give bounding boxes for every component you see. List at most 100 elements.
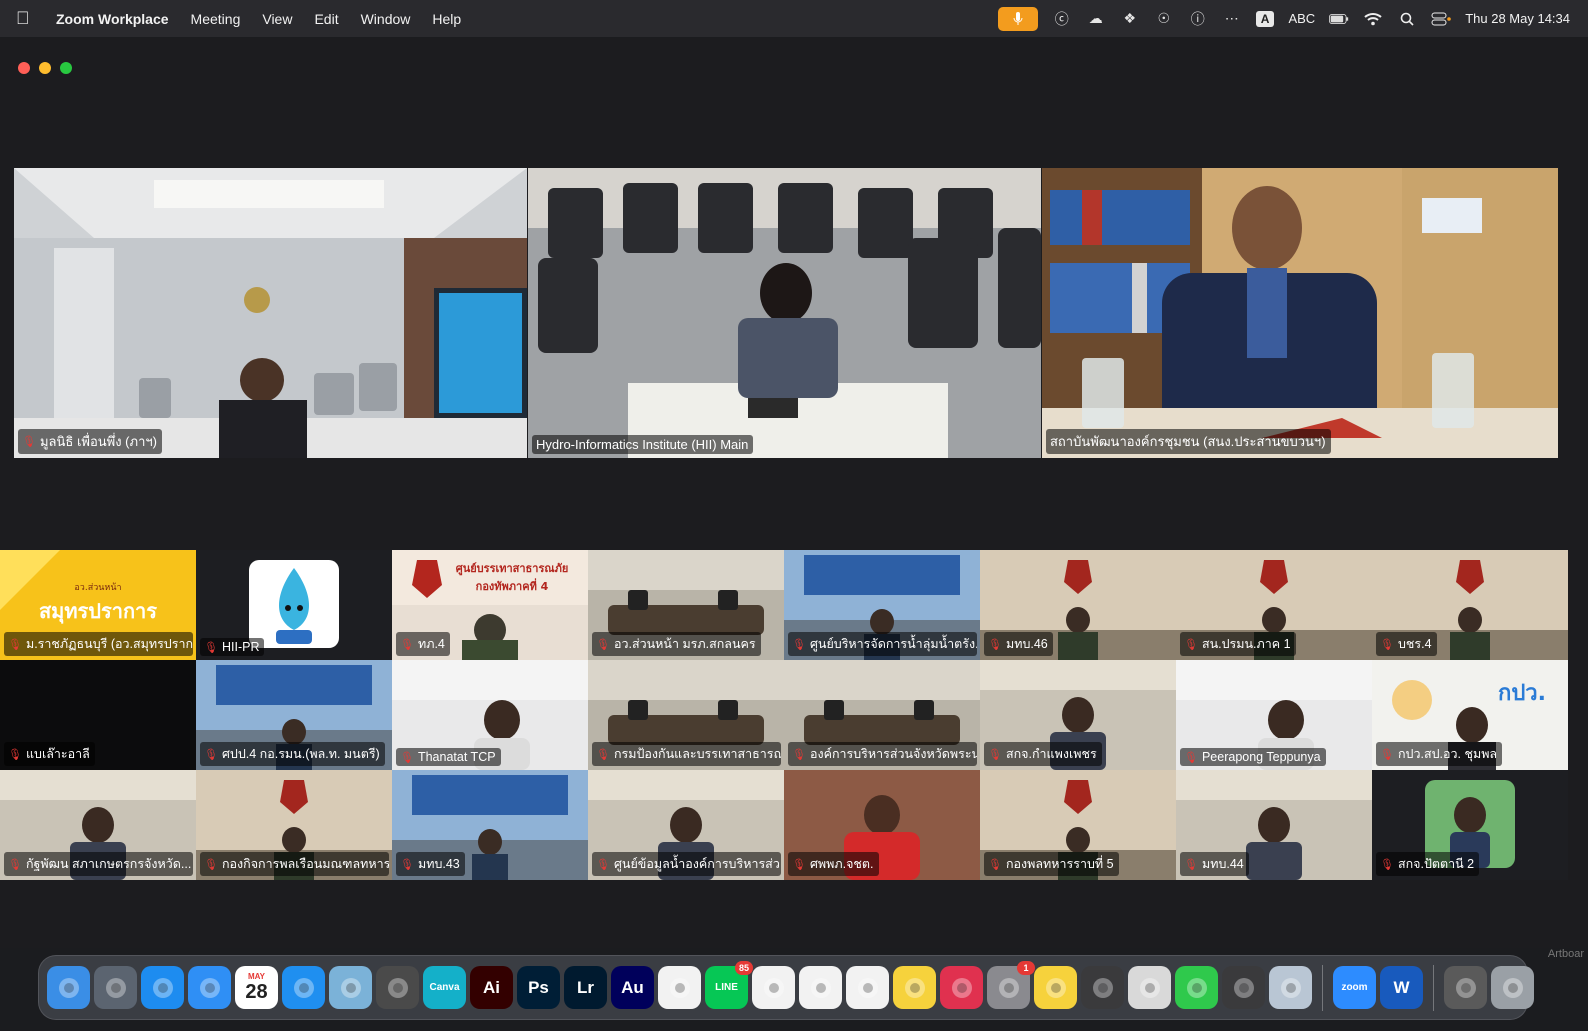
close-window-button[interactable] [18, 62, 30, 74]
settings-icon[interactable]: 1 [987, 961, 1035, 1009]
gallery-participant-tile[interactable]: 🎙︎ องค์การบริหารส่วนจังหวัดพระน... [784, 660, 980, 770]
menu-help[interactable]: Help [432, 11, 461, 27]
gallery-participant-tile[interactable]: 🎙︎ สกจ.กำแพงเพชร [980, 660, 1176, 770]
gallery-participant-tile[interactable]: 🎙︎ ศูนย์ข้อมูลน้ำองค์การบริหารส่ว... [588, 770, 784, 880]
muted-mic-icon: 🎙︎ [988, 638, 1002, 651]
image-capture-icon[interactable] [1269, 966, 1312, 1009]
control-center-icon[interactable] [1431, 9, 1452, 29]
menu-view[interactable]: View [262, 11, 292, 27]
gallery-participant-tile[interactable]: 🎙︎ HII-PR [196, 550, 392, 660]
gallery-participant-tile[interactable]: 🎙︎ มทบ.43 [392, 770, 588, 880]
muted-mic-icon: 🎙︎ [1184, 638, 1198, 651]
line-icon[interactable]: LINE 85 [705, 961, 753, 1009]
participant-name-label: 🎙︎ อว.ส่วนหน้า มรภ.สกลนคร [592, 632, 761, 656]
apple-icon[interactable]:  [16, 8, 42, 29]
quicktime-icon[interactable] [1081, 966, 1124, 1009]
search-icon[interactable] [1397, 9, 1417, 29]
muted-mic-icon: 🎙︎ [204, 641, 218, 654]
gallery-participant-tile[interactable]: 🎙︎ มทบ.46 [980, 550, 1176, 660]
participant-name-label: 🎙︎ กองกิจการพลเรือนมณฑลทหาร... [200, 852, 390, 876]
launchpad-icon[interactable] [94, 966, 137, 1009]
participant-name: ทภ.4 [417, 637, 445, 651]
minimize-window-button[interactable] [39, 62, 51, 74]
muted-mic-icon: 🎙︎ [792, 748, 806, 761]
copyright-c-icon[interactable]: ⓒ [1052, 9, 1072, 29]
input-source-label[interactable]: ABC [1288, 11, 1315, 26]
gallery-participant-tile[interactable]: 🎙︎ กองพลทหารราบที่ 5 [980, 770, 1176, 880]
music-icon[interactable] [752, 966, 795, 1009]
menu-window[interactable]: Window [361, 11, 411, 27]
app-glyph [1092, 977, 1113, 998]
screenshot-icon[interactable] [1222, 966, 1265, 1009]
calendar-icon[interactable]: MAY 28 [235, 966, 278, 1009]
scanner-icon[interactable] [1444, 966, 1487, 1009]
illustrator-icon[interactable]: Ai [470, 966, 513, 1009]
lightroom-icon[interactable]: Lr [564, 966, 607, 1009]
muted-mic-icon: 🎙︎ [204, 748, 218, 761]
participant-video-active-speaker[interactable]: สถาบันพัฒนาองค์กรชุมชน (สนง.ประสานขบวนฯ) [1042, 168, 1558, 458]
gallery-participant-tile[interactable]: 🎙︎ สกจ.ปัตตานี 2 [1372, 770, 1568, 880]
preview-icon[interactable] [329, 966, 372, 1009]
zoom-window-button[interactable] [60, 62, 72, 74]
diamond-arrows-icon[interactable]: ❖ [1120, 9, 1140, 29]
gallery-participant-tile[interactable]: อว.ส่วนหน้า สมุทรปราการ 🎙︎ ม.ราชภัฏธนบุรี (… [0, 550, 196, 660]
dots-icon[interactable]: ⋯ [1222, 9, 1242, 29]
photoshop-icon[interactable]: Ps [517, 966, 560, 1009]
calculator-icon[interactable] [376, 966, 419, 1009]
gallery-participant-tile[interactable]: 🎙︎ ศพพภ.จชต. [784, 770, 980, 880]
safari-icon[interactable] [141, 966, 184, 1009]
gallery-participant-tile[interactable]: 🎙︎ มทบ.44 [1176, 770, 1372, 880]
menu-edit[interactable]: Edit [314, 11, 338, 27]
creative-cloud-icon[interactable] [940, 966, 983, 1009]
reminders-icon[interactable] [846, 966, 889, 1009]
artboard-label: Artboar [1547, 948, 1584, 960]
gallery-participant-tile[interactable]: 🎙︎ ศปป.4 กอ.รมน.(พล.ท. มนตรี) [196, 660, 392, 770]
globe-icon[interactable]: ☉ [1154, 9, 1174, 29]
script-icon[interactable] [1128, 966, 1171, 1009]
gallery-participant-tile[interactable]: 🎙︎ กรมป้องกันและบรรเทาสาธารณ... [588, 660, 784, 770]
gallery-participant-tile[interactable]: 🎙︎ แบเล๊าะอาลี [0, 660, 196, 770]
gallery-participant-tile[interactable]: 🎙︎ กองกิจการพลเรือนมณฑลทหาร... [196, 770, 392, 880]
zoom-meeting-window: 🎙︎ มูลนิธิ เพื่อนพึ่ง (ภาฯ) Hydro-Inform… [0, 38, 1588, 948]
gallery-participant-tile[interactable]: 🎙︎ สน.ปรมน.ภาค 1 [1176, 550, 1372, 660]
gallery-participant-tile[interactable]: 🎙︎ กัฐพัฒน สภาเกษตรกรจังหวัด... [0, 770, 196, 880]
participant-name: มทบ.43 [417, 857, 460, 871]
muted-mic-icon: 🎙︎ [596, 638, 610, 651]
participant-video[interactable]: Hydro-Informatics Institute (HII) Main [528, 168, 1041, 458]
gallery-participant-tile[interactable]: 🎙︎ ศูนย์บริหารจัดการน้ำลุ่มน้ำตรัง... [784, 550, 980, 660]
finder-icon[interactable] [47, 966, 90, 1009]
microphone-in-use-icon[interactable] [997, 6, 1038, 31]
notes-icon[interactable] [893, 966, 936, 1009]
participant-video[interactable]: 🎙︎ มูลนิธิ เพื่อนพึ่ง (ภาฯ) [14, 168, 527, 458]
clock[interactable]: Thu 28 May 14:34 [1465, 11, 1570, 26]
audition-icon[interactable]: Au [611, 966, 654, 1009]
gallery-participant-tile[interactable]: ศูนย์บรรเทาสาธารณภัย กองทัพภาคที่ 4 🎙︎ ทภ.4 [392, 550, 588, 660]
participant-name: กองพลทหารราบที่ 5 [1005, 857, 1114, 871]
gallery-participant-tile[interactable]: 🎙︎ Peerapong Teppunya [1176, 660, 1372, 770]
stickies-icon[interactable] [1034, 966, 1077, 1009]
chrome-icon[interactable] [799, 966, 842, 1009]
word-icon[interactable]: W [1380, 966, 1423, 1009]
app-name-menu[interactable]: Zoom Workplace [56, 11, 169, 27]
participant-name: สกจ.ปัตตานี 2 [1397, 857, 1475, 871]
gallery-participant-tile[interactable]: 🎙︎ บชร.4 [1372, 550, 1568, 660]
muted-mic-icon: 🎙︎ [8, 858, 22, 871]
facetime-icon[interactable] [1175, 966, 1218, 1009]
input-source-icon[interactable]: A [1255, 10, 1275, 27]
zoom-icon[interactable]: zoom [1333, 966, 1376, 1009]
creative-cloud-status-icon[interactable]: ☁ [1086, 9, 1106, 29]
photos-icon[interactable] [658, 966, 701, 1009]
menu-meeting[interactable]: Meeting [191, 11, 241, 27]
wifi-icon[interactable] [1363, 9, 1383, 29]
gallery-participant-tile[interactable]: กปว. 🎙︎ กปว.สป.อว. ชุมพล [1372, 660, 1568, 770]
gallery-participant-tile[interactable]: 🎙︎ อว.ส่วนหน้า มรภ.สกลนคร [588, 550, 784, 660]
battery-icon[interactable] [1329, 9, 1349, 29]
participant-name-label: 🎙︎ สกจ.ปัตตานี 2 [1376, 852, 1480, 876]
trash-icon[interactable] [1491, 966, 1534, 1009]
mail-icon[interactable] [188, 966, 231, 1009]
participant-name-label: 🎙︎ ศูนย์ข้อมูลน้ำองค์การบริหารส่ว... [592, 852, 782, 876]
appstore-icon[interactable] [282, 966, 325, 1009]
canva-icon[interactable]: Canva [423, 966, 466, 1009]
accessibility-icon[interactable]: ⓘ [1188, 9, 1208, 29]
gallery-participant-tile[interactable]: 🎙︎ Thanatat TCP [392, 660, 588, 770]
